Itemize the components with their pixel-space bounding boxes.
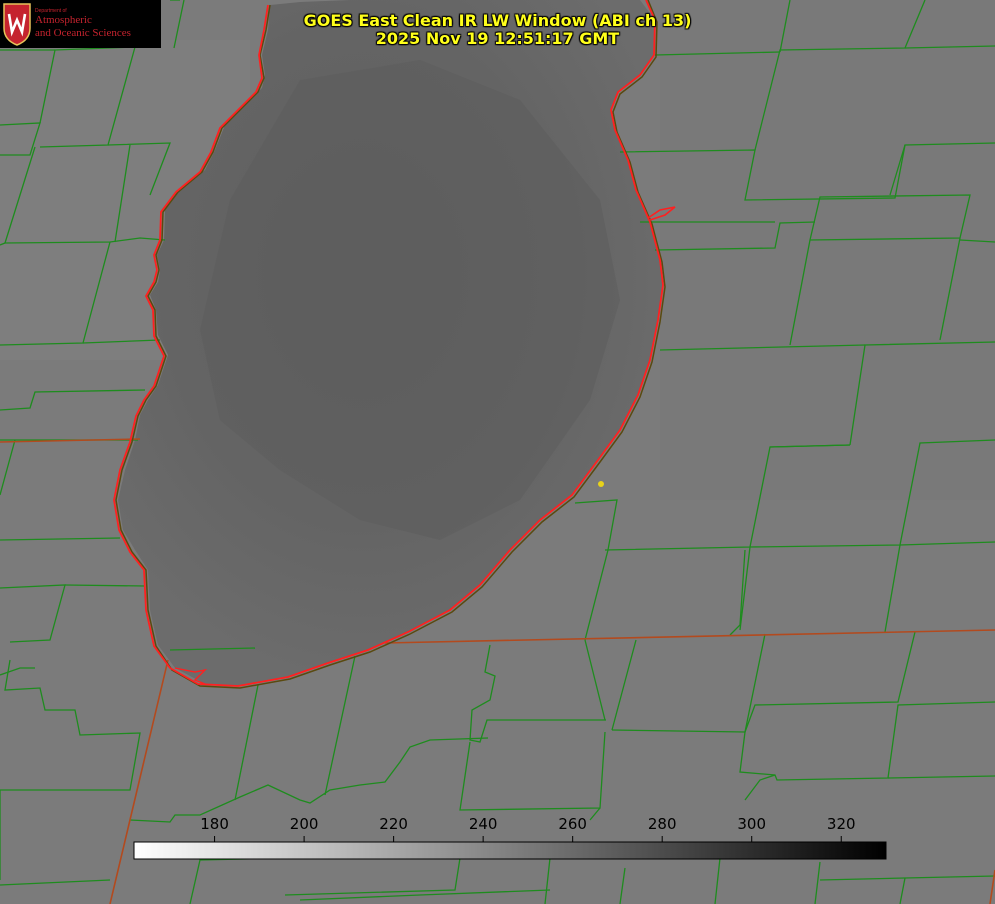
logo-text-line2: and Oceanic Sciences (35, 27, 131, 39)
colorbar-tick-label: 180 (200, 815, 229, 833)
colorbar-tick-label: 300 (737, 815, 767, 833)
colorbar-tick-label: 240 (468, 815, 498, 833)
station-marker (598, 481, 604, 487)
colorbar-tick-label: 260 (558, 815, 587, 833)
colorbar-tick-label: 320 (826, 815, 856, 833)
colorbar-tick-label: 200 (289, 815, 319, 833)
uw-crest-icon (3, 3, 31, 46)
colorbar-tick-label: 280 (647, 815, 677, 833)
satellite-map-view: GOES East Clean IR LW Window (ABI ch 13)… (0, 0, 995, 904)
aos-logo: Department of Atmospheric and Oceanic Sc… (0, 0, 161, 48)
satellite-map (0, 0, 995, 904)
colorbar-tick-label: 220 (379, 815, 408, 833)
logo-text-line1: Atmospheric (35, 14, 92, 26)
land-shade-e (660, 0, 995, 500)
colorbar-gradient (133, 841, 887, 860)
